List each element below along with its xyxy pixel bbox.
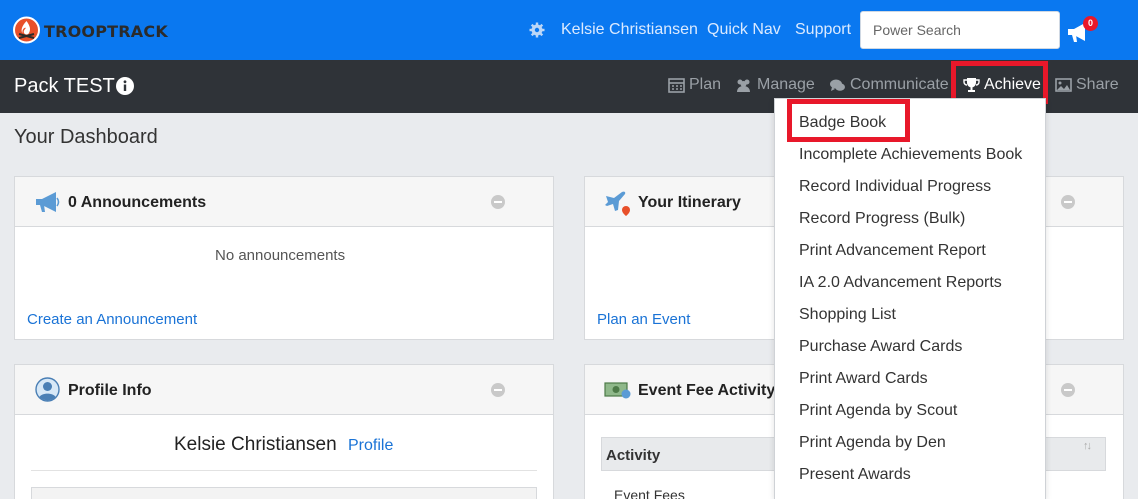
- support-link[interactable]: Support: [795, 21, 851, 39]
- nav-share-label: Share: [1076, 76, 1119, 93]
- user-name-link[interactable]: Kelsie Christiansen: [561, 21, 698, 39]
- money-icon: [604, 382, 631, 399]
- bullhorn-icon: [36, 192, 60, 212]
- badge-book-highlight-box: [787, 99, 910, 142]
- achieve-dropdown-menu: Badge Book Incomplete Achievements Book …: [774, 98, 1046, 499]
- menu-item-ia-advancement-reports[interactable]: IA 2.0 Advancement Reports: [799, 274, 1002, 292]
- quick-nav-link[interactable]: Quick Nav: [707, 21, 781, 39]
- profile-info-title: Profile Info: [68, 382, 152, 399]
- event-fee-title: Event Fee Activity: [638, 382, 776, 399]
- collapse-icon[interactable]: [491, 195, 505, 209]
- menu-item-print-award-cards[interactable]: Print Award Cards: [799, 370, 928, 388]
- profile-name: Kelsie Christiansen: [174, 434, 337, 455]
- user-circle-icon: [35, 377, 60, 402]
- menu-item-shopping-list[interactable]: Shopping List: [799, 306, 896, 324]
- comments-icon: [830, 79, 845, 91]
- empty-announcements-text: No announcements: [215, 247, 346, 264]
- brand-name: TROOPTRACK: [44, 21, 168, 41]
- nav-manage[interactable]: Manage: [734, 76, 815, 94]
- users-icon: [737, 79, 750, 92]
- power-search-input[interactable]: [860, 11, 1060, 49]
- divider: [31, 470, 537, 471]
- notification-count-badge: 0: [1083, 16, 1098, 31]
- collapse-icon[interactable]: [491, 383, 505, 397]
- nav-plan-label: Plan: [689, 76, 722, 93]
- column-activity[interactable]: Activity: [606, 447, 660, 464]
- profile-link[interactable]: Profile: [348, 437, 393, 455]
- plan-event-link[interactable]: Plan an Event: [597, 311, 690, 328]
- unit-name[interactable]: Pack TEST: [14, 75, 115, 98]
- nav-manage-label: Manage: [757, 76, 815, 93]
- announcements-title: 0 Announcements: [68, 194, 207, 211]
- nav-plan[interactable]: Plan: [668, 76, 721, 94]
- campfire-logo-icon: [13, 16, 40, 44]
- sort-icon[interactable]: ↑↓: [1083, 440, 1092, 452]
- menu-item-print-agenda-by-den[interactable]: Print Agenda by Den: [799, 434, 946, 452]
- menu-item-print-agenda-by-scout[interactable]: Print Agenda by Scout: [799, 402, 957, 420]
- menu-item-record-individual-progress[interactable]: Record Individual Progress: [799, 178, 991, 196]
- menu-item-print-advancement-report[interactable]: Print Advancement Report: [799, 242, 986, 260]
- collapse-icon[interactable]: [1061, 383, 1075, 397]
- calendar-icon: [668, 78, 685, 93]
- create-announcement-link[interactable]: Create an Announcement: [27, 311, 197, 328]
- menu-item-record-progress-bulk[interactable]: Record Progress (Bulk): [799, 210, 965, 228]
- nav-communicate[interactable]: Communicate: [829, 76, 949, 94]
- menu-item-incomplete-achievements-book[interactable]: Incomplete Achievements Book: [799, 146, 1022, 164]
- nav-communicate-label: Communicate: [850, 76, 949, 93]
- info-icon[interactable]: [116, 77, 134, 95]
- profile-subsection: [31, 487, 537, 499]
- image-icon: [1055, 78, 1072, 92]
- menu-item-present-awards[interactable]: Present Awards: [799, 466, 911, 484]
- menu-item-purchase-award-cards[interactable]: Purchase Award Cards: [799, 338, 962, 356]
- table-cell: Event Fees: [614, 487, 685, 499]
- page-title: Your Dashboard: [14, 126, 158, 148]
- itinerary-title: Your Itinerary: [638, 194, 741, 211]
- collapse-icon[interactable]: [1061, 195, 1075, 209]
- plane-itinerary-icon: [605, 191, 630, 216]
- brand-logo[interactable]: TROOPTRACK: [13, 16, 168, 46]
- nav-share[interactable]: Share: [1055, 76, 1119, 94]
- gear-icon[interactable]: [529, 22, 545, 38]
